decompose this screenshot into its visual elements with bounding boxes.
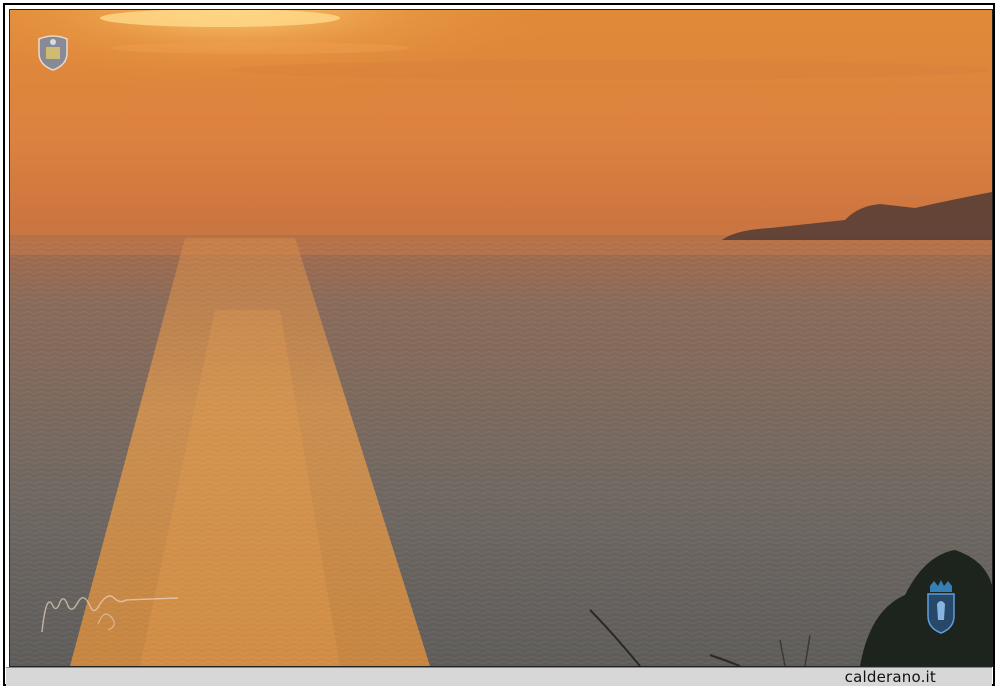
crest-icon [38, 35, 68, 71]
site-name: calderano.it [844, 668, 936, 686]
footer-bar: calderano.it [6, 667, 992, 686]
crest-icon [927, 580, 955, 634]
signature-icon [41, 595, 179, 633]
sunset-photo [9, 9, 993, 667]
